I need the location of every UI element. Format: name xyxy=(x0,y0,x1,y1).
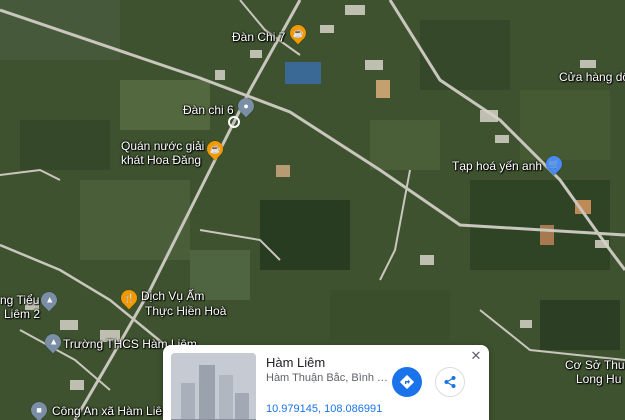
place-title: Hàm Liêm xyxy=(266,355,326,370)
poi-label-quan-nuoc-line2[interactable]: khát Hoa Đăng xyxy=(121,153,201,167)
location-icon: ● xyxy=(243,100,249,111)
place-coordinates[interactable]: 10.979145, 108.086991 xyxy=(266,403,382,415)
place-subtitle: Hàm Thuận Bắc, Bình T... xyxy=(266,372,388,384)
building-illustration-icon xyxy=(171,353,256,420)
poi-label-dan-chi-6[interactable]: Đàn chi 6 xyxy=(183,103,234,117)
place-thumbnail[interactable] xyxy=(171,353,256,420)
directions-icon xyxy=(400,375,414,389)
school-icon: ▲ xyxy=(44,294,54,305)
map-view[interactable]: ☕ Đàn Chi 7 ● Đàn chi 6 ☕ Quán nước giải… xyxy=(0,0,625,420)
cup-icon: ☕ xyxy=(209,143,221,154)
poi-label-quan-nuoc-line1[interactable]: Quán nước giải xyxy=(121,139,204,153)
poi-label-co-so-line2[interactable]: Long Hu xyxy=(576,372,621,386)
place-card[interactable]: Hàm Liêm Hàm Thuận Bắc, Bình T... 10.979… xyxy=(163,345,489,420)
share-icon xyxy=(444,376,456,388)
poi-label-tieu-hoc-line1[interactable]: ng Tiểu xyxy=(0,293,39,307)
poi-label-co-so-line1[interactable]: Cơ Sở Thu xyxy=(565,358,625,372)
poi-label-dich-vu-line2[interactable]: Thực Hiền Hoà xyxy=(145,304,226,318)
poi-label-tap-hoa[interactable]: Tạp hoá yến anh xyxy=(452,159,542,173)
cart-icon: 🛒 xyxy=(548,158,560,169)
poi-label-tieu-hoc-line2[interactable]: Liêm 2 xyxy=(4,307,40,321)
school-icon: ▲ xyxy=(48,336,58,347)
poi-label-dan-chi-7[interactable]: Đàn Chi 7 xyxy=(232,30,285,44)
directions-button[interactable] xyxy=(392,367,422,397)
poi-label-cong-an[interactable]: Công An xã Hàm Liê xyxy=(52,404,162,418)
fork-knife-icon: 🍴 xyxy=(123,292,135,303)
cup-icon: ☕ xyxy=(292,27,304,38)
share-button[interactable] xyxy=(435,367,465,397)
close-button[interactable]: ✕ xyxy=(469,349,483,363)
poi-label-cua-hang[interactable]: Cửa hàng dô xyxy=(559,70,625,84)
poi-label-dich-vu-line1[interactable]: Dịch Vụ Ấm xyxy=(141,289,204,303)
current-location-icon xyxy=(228,116,240,128)
shield-icon: ■ xyxy=(36,404,42,415)
